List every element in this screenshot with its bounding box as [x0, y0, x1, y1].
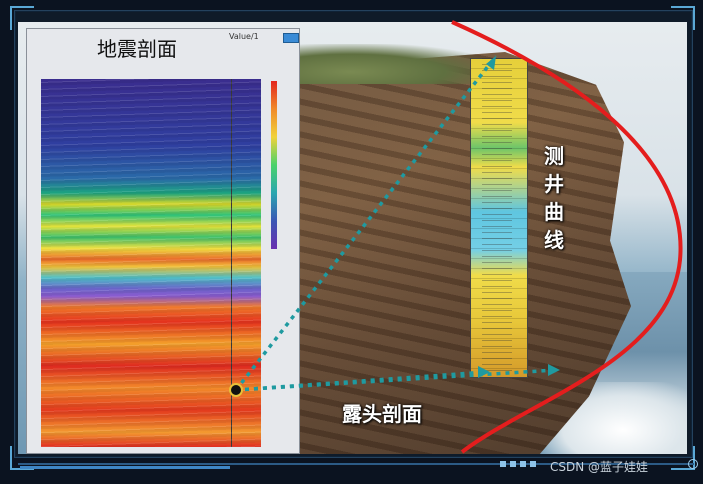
bottom-accent-bar: [20, 466, 230, 469]
arrow-to-log-top: [234, 54, 498, 392]
csdn-watermark: CSDN @蓝子娃娃: [550, 460, 649, 474]
outcrop-section-label: 露头剖面: [342, 402, 422, 426]
pin-marker-icon: [229, 383, 243, 397]
arrowhead-right: [548, 364, 560, 376]
bottom-dot-icon: [688, 459, 698, 469]
well-log-label: 测井曲线: [544, 144, 564, 252]
bottom-dash-decoration: [500, 461, 540, 467]
arrow-to-outcrop: [235, 368, 557, 392]
